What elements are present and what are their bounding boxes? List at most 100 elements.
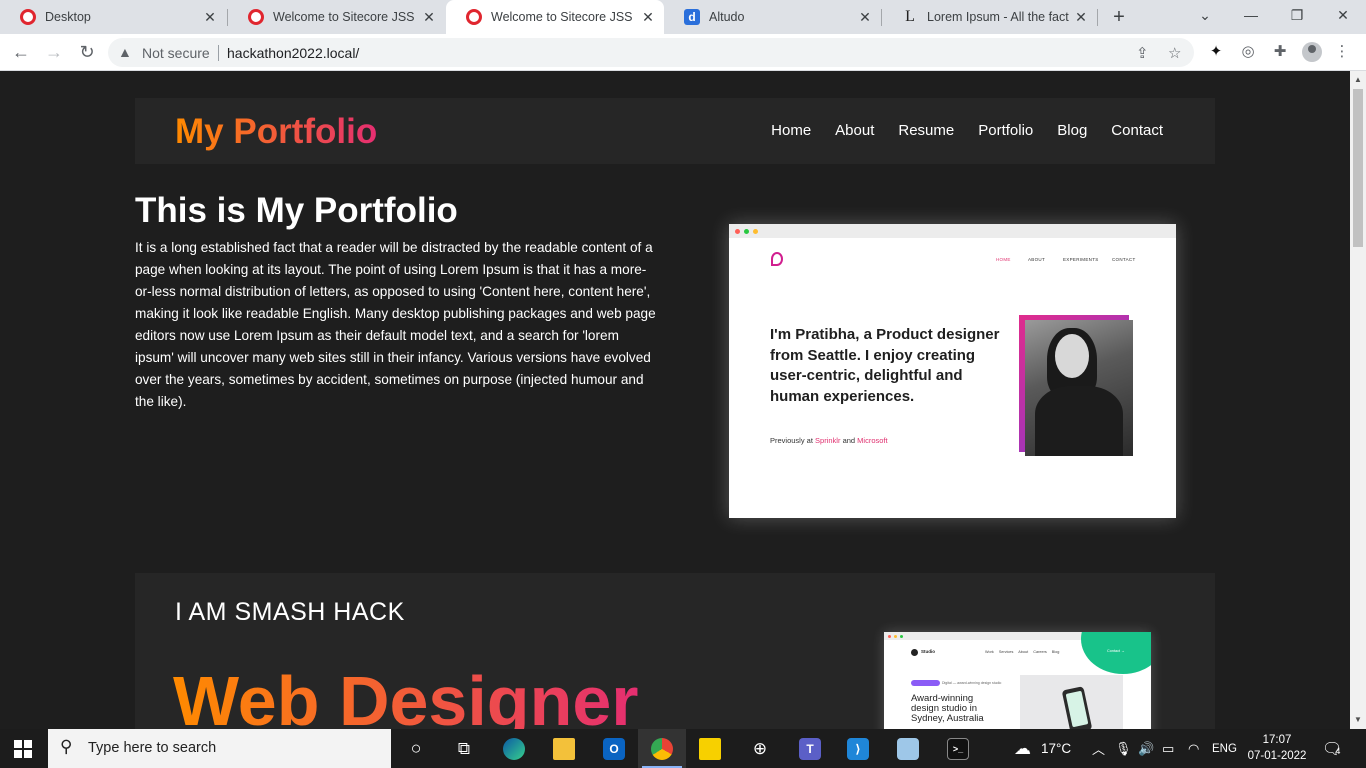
mockup-studio-brand: Studio: [921, 649, 935, 654]
close-icon[interactable]: ✕: [421, 9, 437, 25]
wifi-icon[interactable]: ◠: [1188, 729, 1199, 768]
vscode-icon[interactable]: ⟩: [834, 729, 882, 768]
tab-strip: Desktop ✕ Welcome to Sitecore JSS ✕ Welc…: [0, 0, 1366, 34]
dot-yellow: [753, 229, 758, 234]
file-explorer-icon[interactable]: [540, 729, 588, 768]
mockup-studio-tagline: Digital — award-winning design studio: [942, 681, 1002, 685]
browser-toolbar: ← → ↻ ▲ Not secure hackathon2022.local/ …: [0, 34, 1366, 71]
nav-portfolio[interactable]: Portfolio: [978, 122, 1033, 139]
extension-code-icon[interactable]: ◎: [1238, 42, 1258, 62]
back-arrow-icon[interactable]: ←: [9, 40, 33, 64]
tab-search-icon[interactable]: ⌄: [1182, 0, 1228, 30]
search-icon: ⚲: [60, 737, 73, 756]
portfolio-screenshot-pratibha: HOME ABOUT EXPERIMENTS CONTACT I'm Prati…: [729, 224, 1176, 518]
nav-contact[interactable]: Contact: [1111, 122, 1163, 139]
reload-icon[interactable]: ↻: [75, 40, 99, 64]
mockup-nav-home: HOME: [996, 257, 1011, 262]
portrait-face: [1055, 334, 1089, 378]
page-scrollbar[interactable]: ▲ ▼: [1350, 71, 1366, 729]
profile-avatar[interactable]: [1302, 42, 1322, 62]
tab-desktop[interactable]: Desktop ✕: [0, 0, 226, 34]
tab-title: Welcome to Sitecore JSS: [273, 10, 415, 24]
bookmark-star-icon[interactable]: ☆: [1168, 44, 1181, 62]
tab-title: Altudo: [709, 10, 745, 24]
company-microsoft: Microsoft: [857, 436, 888, 445]
url-text[interactable]: hackathon2022.local/: [227, 45, 359, 61]
scroll-up-icon[interactable]: ▲: [1354, 75, 1362, 84]
close-icon[interactable]: ✕: [1073, 9, 1089, 25]
mockup-headline: I'm Pratibha, a Product designer from Se…: [770, 326, 1000, 405]
address-bar[interactable]: ▲ Not secure hackathon2022.local/ ⇪ ☆: [108, 38, 1194, 67]
weather-widget[interactable]: ☁ 17°C: [1014, 729, 1071, 768]
mockup-studio-headline: Award-winning design studio in Sydney, A…: [911, 693, 984, 724]
taskbar-search[interactable]: ⚲ Type here to search: [48, 729, 391, 768]
weather-temp: 17°C: [1041, 741, 1072, 756]
mockup-studio-cta: Contact →: [1107, 649, 1125, 653]
opera-icon: [20, 9, 36, 25]
opera-icon: [466, 9, 482, 25]
nav-home[interactable]: Home: [771, 122, 811, 139]
page-viewport: My Portfolio Home About Resume Portfolio…: [0, 71, 1350, 729]
mockup-studio-nav: Work Services About Careers Blog: [985, 650, 1060, 654]
taskbar-clock[interactable]: 17:07 07-01-2022: [1244, 732, 1310, 764]
menu-kebab-icon[interactable]: ⋮: [1332, 42, 1352, 62]
scroll-down-icon[interactable]: ▼: [1354, 715, 1362, 724]
cortana-icon[interactable]: ○: [392, 729, 440, 768]
close-icon[interactable]: ✕: [202, 9, 218, 25]
nav-about[interactable]: About: [835, 122, 874, 139]
altudo-icon: d: [684, 9, 700, 25]
tray-chevron-icon[interactable]: ︿: [1092, 729, 1105, 768]
edge-icon[interactable]: [490, 729, 538, 768]
tab-title: Welcome to Sitecore JSS: [491, 10, 633, 24]
mockup-nav-experiments: EXPERIMENTS: [1063, 257, 1099, 262]
scrollbar-thumb[interactable]: [1353, 89, 1363, 247]
minimize-icon[interactable]: —: [1228, 0, 1274, 30]
clock-time: 17:07: [1262, 734, 1292, 746]
tab-sitecore-1[interactable]: Welcome to Sitecore JSS ✕: [228, 0, 445, 34]
opera-icon: [248, 9, 264, 25]
notification-icon[interactable]: 🗨 4: [1322, 729, 1342, 768]
tab-lorem-ipsum[interactable]: L Lorem Ipsum - All the facts - ✕: [882, 0, 1097, 34]
terminal-icon[interactable]: >_: [934, 729, 982, 768]
site-logo[interactable]: My Portfolio: [175, 112, 377, 152]
close-icon[interactable]: ✕: [640, 9, 656, 25]
tab-sitecore-active[interactable]: Welcome to Sitecore JSS ✕: [446, 0, 664, 34]
extension-bat-icon[interactable]: ✦: [1206, 42, 1226, 62]
outlook-icon[interactable]: O: [590, 729, 638, 768]
nav-resume[interactable]: Resume: [898, 122, 954, 139]
extensions-puzzle-icon[interactable]: ✚: [1270, 42, 1290, 62]
intro-heading: I AM SMASH HACK: [175, 598, 405, 626]
share-icon[interactable]: ⇪: [1136, 44, 1149, 62]
sticky-notes-icon[interactable]: [686, 729, 734, 768]
lorem-icon: L: [905, 8, 915, 25]
intro-role: Web Designer: [173, 661, 639, 729]
portrait-body: [1035, 386, 1123, 456]
new-tab-button[interactable]: +: [1108, 6, 1130, 28]
app-icon[interactable]: [884, 729, 932, 768]
search-placeholder[interactable]: Type here to search: [88, 740, 216, 756]
dot-green: [900, 635, 903, 638]
hero-title: This is My Portfolio: [135, 191, 458, 230]
close-icon[interactable]: ✕: [857, 9, 873, 25]
language-indicator[interactable]: ENG: [1212, 729, 1237, 768]
nav-blog[interactable]: Blog: [1057, 122, 1087, 139]
volume-icon[interactable]: 🔊: [1138, 729, 1154, 768]
site-header: My Portfolio Home About Resume Portfolio…: [135, 98, 1215, 164]
restore-icon[interactable]: ❐: [1274, 0, 1320, 30]
company-sprinklr: Sprinklr: [815, 436, 841, 445]
address-divider: [218, 45, 219, 61]
globe-app-icon[interactable]: ⊕: [736, 729, 784, 768]
warning-icon[interactable]: ▲: [118, 44, 132, 60]
chrome-icon[interactable]: [638, 729, 686, 768]
tab-title: Desktop: [45, 10, 91, 24]
task-view-icon[interactable]: ⧉: [440, 729, 488, 768]
windows-start-icon[interactable]: [14, 740, 32, 758]
portfolio-screenshot-studio: Studio Work Services About Careers Blog …: [884, 632, 1151, 729]
security-label[interactable]: Not secure: [142, 45, 210, 61]
battery-icon[interactable]: ▭: [1162, 729, 1174, 768]
teams-icon[interactable]: T: [786, 729, 834, 768]
microphone-icon[interactable]: 🎙: [1115, 729, 1132, 768]
forward-arrow-icon[interactable]: →: [42, 40, 66, 64]
tab-altudo[interactable]: d Altudo ✕: [664, 0, 881, 34]
window-close-icon[interactable]: ✕: [1320, 0, 1366, 30]
